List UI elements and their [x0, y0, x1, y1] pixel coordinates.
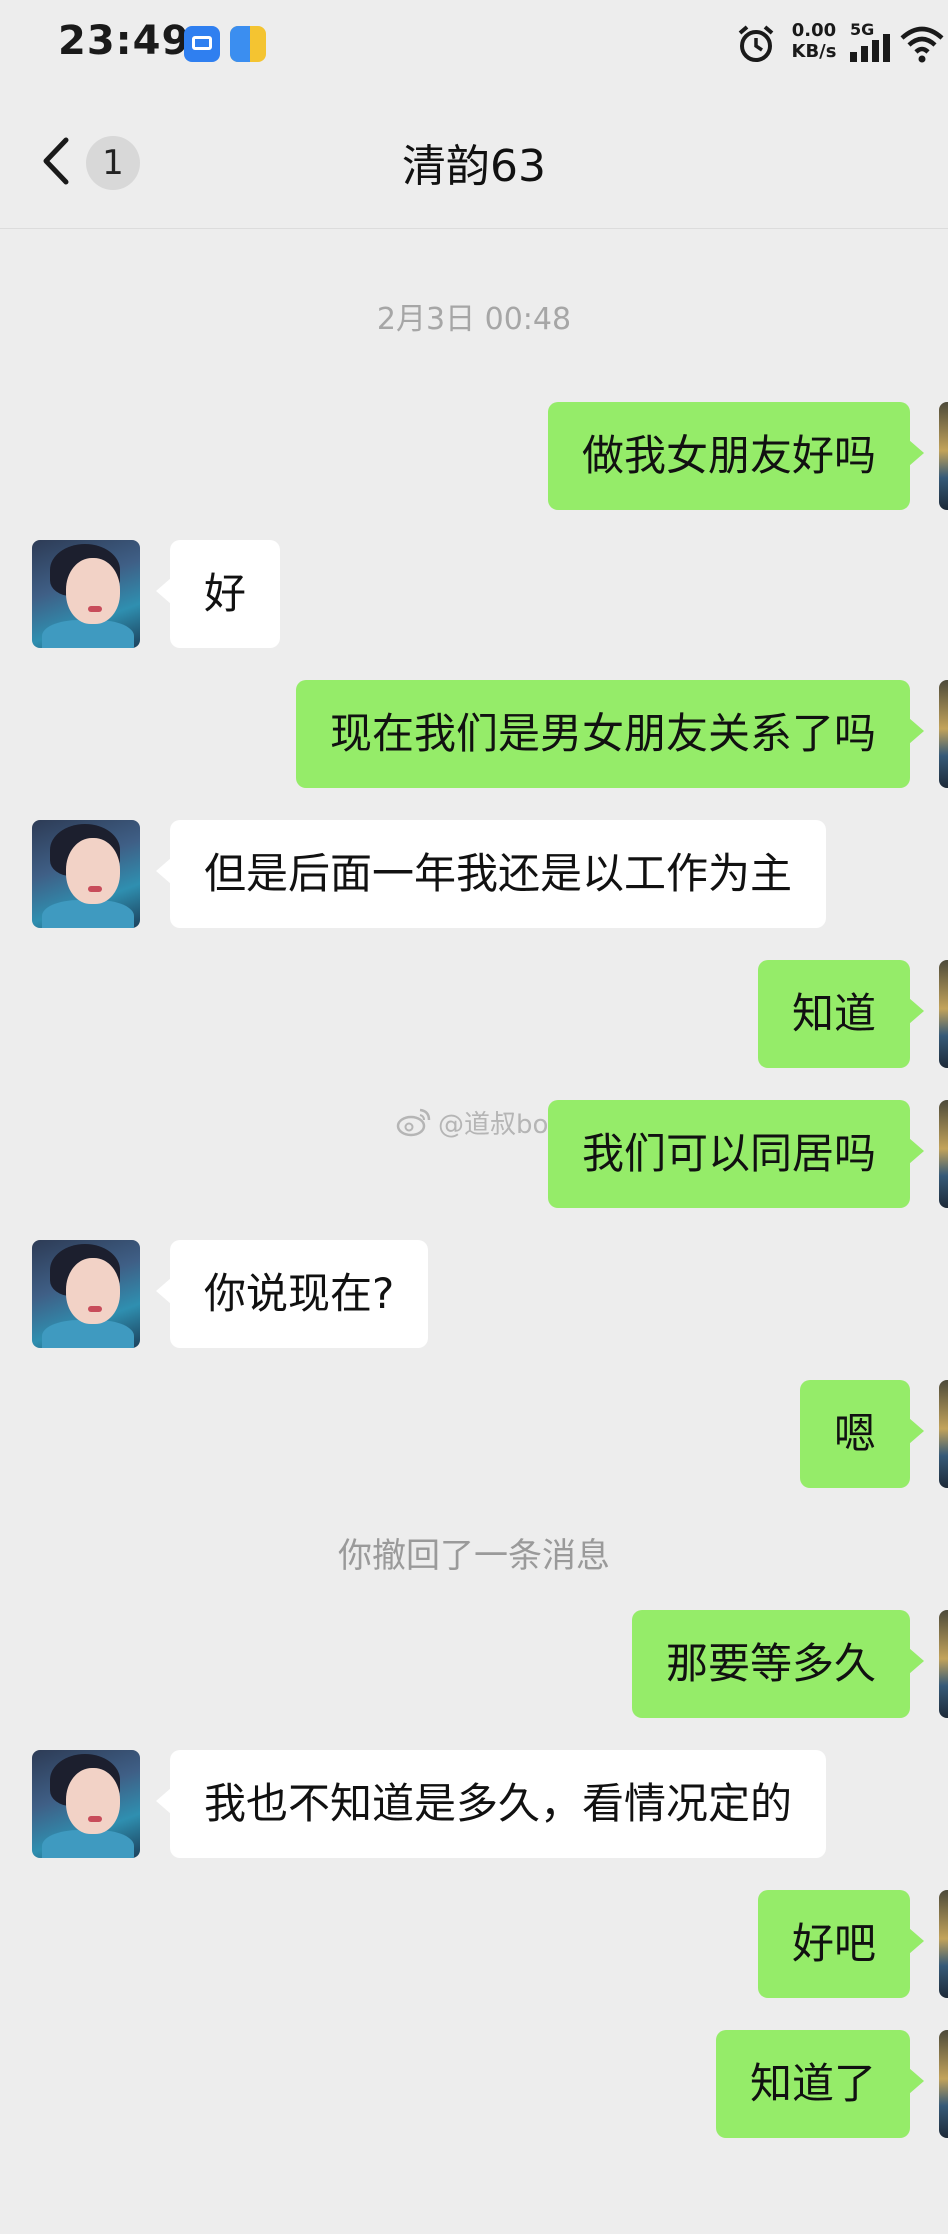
net-speed-value: 0.00 — [791, 20, 837, 41]
contact-message-bubble[interactable]: 你说现在? — [155, 1240, 429, 1348]
my-avatar[interactable] — [939, 960, 948, 1068]
status-bar: 23:49 0.00 KB/s 5G — [0, 0, 948, 92]
my-avatar[interactable] — [939, 2030, 948, 2138]
my-message-bubble[interactable]: 知道了 — [715, 2030, 925, 2138]
contact-message-bubble[interactable]: 我也不知道是多久，看情况定的 — [155, 1750, 827, 1858]
contact-avatar[interactable] — [32, 1240, 140, 1348]
watermark-text: @道叔bot — [438, 1110, 559, 1140]
my-message-bubble[interactable]: 好吧 — [757, 1890, 925, 1998]
my-message-bubble[interactable]: 知道 — [757, 960, 925, 1068]
app-notification-icon — [184, 26, 220, 62]
contact-avatar[interactable] — [32, 820, 140, 928]
timestamp: 2月3日 00:48 — [376, 302, 572, 337]
contact-avatar[interactable] — [32, 540, 140, 648]
my-avatar[interactable] — [939, 1610, 948, 1718]
contact-message-bubble[interactable]: 好 — [155, 540, 281, 648]
contact-message-bubble[interactable]: 但是后面一年我还是以工作为主 — [155, 820, 827, 928]
alarm-icon — [738, 25, 774, 62]
chat-header: 1 清韵63 — [0, 92, 948, 229]
app-notification-icon — [230, 26, 266, 62]
wifi-icon — [900, 26, 944, 63]
my-avatar[interactable] — [939, 1100, 948, 1208]
my-avatar[interactable] — [939, 1890, 948, 1998]
signal-icon: 5G — [848, 20, 898, 66]
my-message-bubble[interactable]: 那要等多久 — [631, 1610, 925, 1718]
weibo-icon — [396, 1108, 431, 1137]
chat-title: 清韵63 — [402, 141, 546, 192]
recall-notice: 你撤回了一条消息 — [338, 1536, 610, 1576]
net-speed-unit: KB/s — [791, 41, 837, 62]
my-message-bubble[interactable]: 嗯 — [799, 1380, 925, 1488]
net-speed: 0.00 KB/s — [786, 20, 842, 62]
status-time: 23:49 — [58, 18, 191, 64]
my-message-bubble[interactable]: 做我女朋友好吗 — [547, 402, 925, 510]
my-message-bubble[interactable]: 我们可以同居吗 — [547, 1100, 925, 1208]
my-avatar[interactable] — [939, 1380, 948, 1488]
my-avatar[interactable] — [939, 402, 948, 510]
network-type: 5G — [850, 20, 875, 39]
my-avatar[interactable] — [939, 680, 948, 788]
my-message-bubble[interactable]: 现在我们是男女朋友关系了吗 — [295, 680, 925, 788]
contact-avatar[interactable] — [32, 1750, 140, 1858]
